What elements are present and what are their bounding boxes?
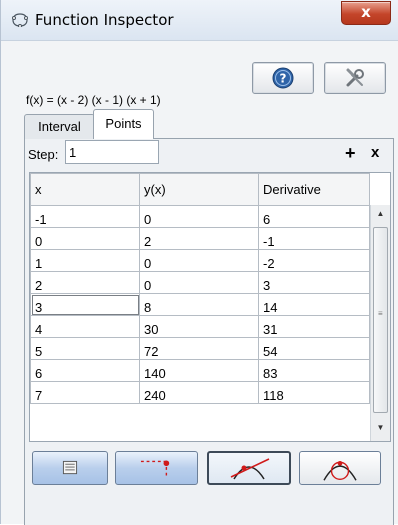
scroll-up-icon[interactable]: ▲ [371,205,390,223]
cell-derivative[interactable]: -2 [258,249,370,272]
column-header-derivative[interactable]: Derivative [258,173,370,206]
close-button[interactable]: x [341,1,391,25]
scroll-thumb[interactable]: ≡ [373,227,388,413]
cell-y[interactable]: 30 [139,315,259,338]
cell-x[interactable]: 4 [30,315,140,338]
table-header-row: x y(x) Derivative [30,173,370,206]
toggle-osculating-circle-button[interactable] [299,451,381,485]
cell-derivative[interactable]: 6 [258,205,370,228]
toggle-tangent-button[interactable] [207,451,291,485]
window-title: Function Inspector [35,11,174,29]
table-row: 0 2 -1 [30,227,370,250]
cell-derivative[interactable]: 83 [258,359,370,382]
cell-x[interactable]: 2 [30,271,140,294]
cell-x[interactable]: 1 [30,249,140,272]
step-label: Step: [28,147,59,162]
cell-derivative[interactable]: 3 [258,271,370,294]
grip-icon: ≡ [378,309,383,318]
cell-y[interactable]: 8 [139,293,259,316]
table-row: -1 0 6 [30,205,370,228]
table-row: 5 72 54 [30,337,370,360]
svg-text:?: ? [280,72,287,86]
cell-x[interactable]: 5 [30,337,140,360]
table-row: 4 30 31 [30,315,370,338]
cell-y[interactable]: 0 [139,271,259,294]
osculating-circle-icon [323,460,357,481]
cell-x[interactable]: 7 [30,381,140,404]
step-input[interactable] [65,140,159,164]
settings-button[interactable] [324,62,386,94]
add-row-button[interactable]: + [345,144,356,162]
column-header-y[interactable]: y(x) [139,173,259,206]
cell-y[interactable]: 0 [139,249,259,272]
tools-icon [346,68,364,87]
title-bar[interactable]: Function Inspector x [1,0,398,41]
table-row: 6 140 83 [30,359,370,382]
cell-x[interactable]: -1 [30,205,140,228]
column-header-x[interactable]: x [30,173,140,206]
help-icon: ? [272,67,294,89]
tangent-icon [230,458,270,480]
cell-y[interactable]: 140 [139,359,259,382]
help-button[interactable]: ? [252,62,314,94]
remove-row-button[interactable]: x [371,145,379,160]
table-row: 3 8 14 [30,293,370,316]
cell-y[interactable]: 2 [139,227,259,250]
scroll-down-icon[interactable]: ▼ [371,419,390,437]
points-grid: x y(x) Derivative -1 0 6 0 2 -1 1 0 -2 2 [30,173,370,404]
close-icon: x [361,3,371,21]
cell-x[interactable]: 0 [30,227,140,250]
tab-points[interactable]: Points [93,109,154,139]
points-table: x y(x) Derivative -1 0 6 0 2 -1 1 0 -2 2 [29,172,391,442]
cell-y[interactable]: 0 [139,205,259,228]
table-row: 7 240 118 [30,381,370,404]
table-row: 2 0 3 [30,271,370,294]
cell-derivative[interactable]: 118 [258,381,370,404]
cell-derivative[interactable]: -1 [258,227,370,250]
cell-derivative[interactable]: 14 [258,293,370,316]
cell-y[interactable]: 72 [139,337,259,360]
cell-derivative[interactable]: 54 [258,337,370,360]
tab-interval[interactable]: Interval [24,114,95,139]
toggle-point-lines-button[interactable] [115,451,198,485]
cell-y[interactable]: 240 [139,381,259,404]
table-row: 1 0 -2 [30,249,370,272]
function-inspector-window: Function Inspector x f(x) = (x - 2) (x -… [0,0,398,525]
function-expression: f(x) = (x - 2) (x - 1) (x + 1) [26,93,161,107]
vertical-scrollbar[interactable]: ▲ ≡ ▼ [370,205,390,441]
app-icon [12,13,28,27]
cell-x[interactable]: 6 [30,359,140,382]
cell-derivative[interactable]: 31 [258,315,370,338]
table-icon [62,460,78,475]
point-lines-icon [140,460,170,477]
cell-x-selected[interactable]: 3 [30,293,140,316]
toggle-table-button[interactable] [32,451,108,485]
